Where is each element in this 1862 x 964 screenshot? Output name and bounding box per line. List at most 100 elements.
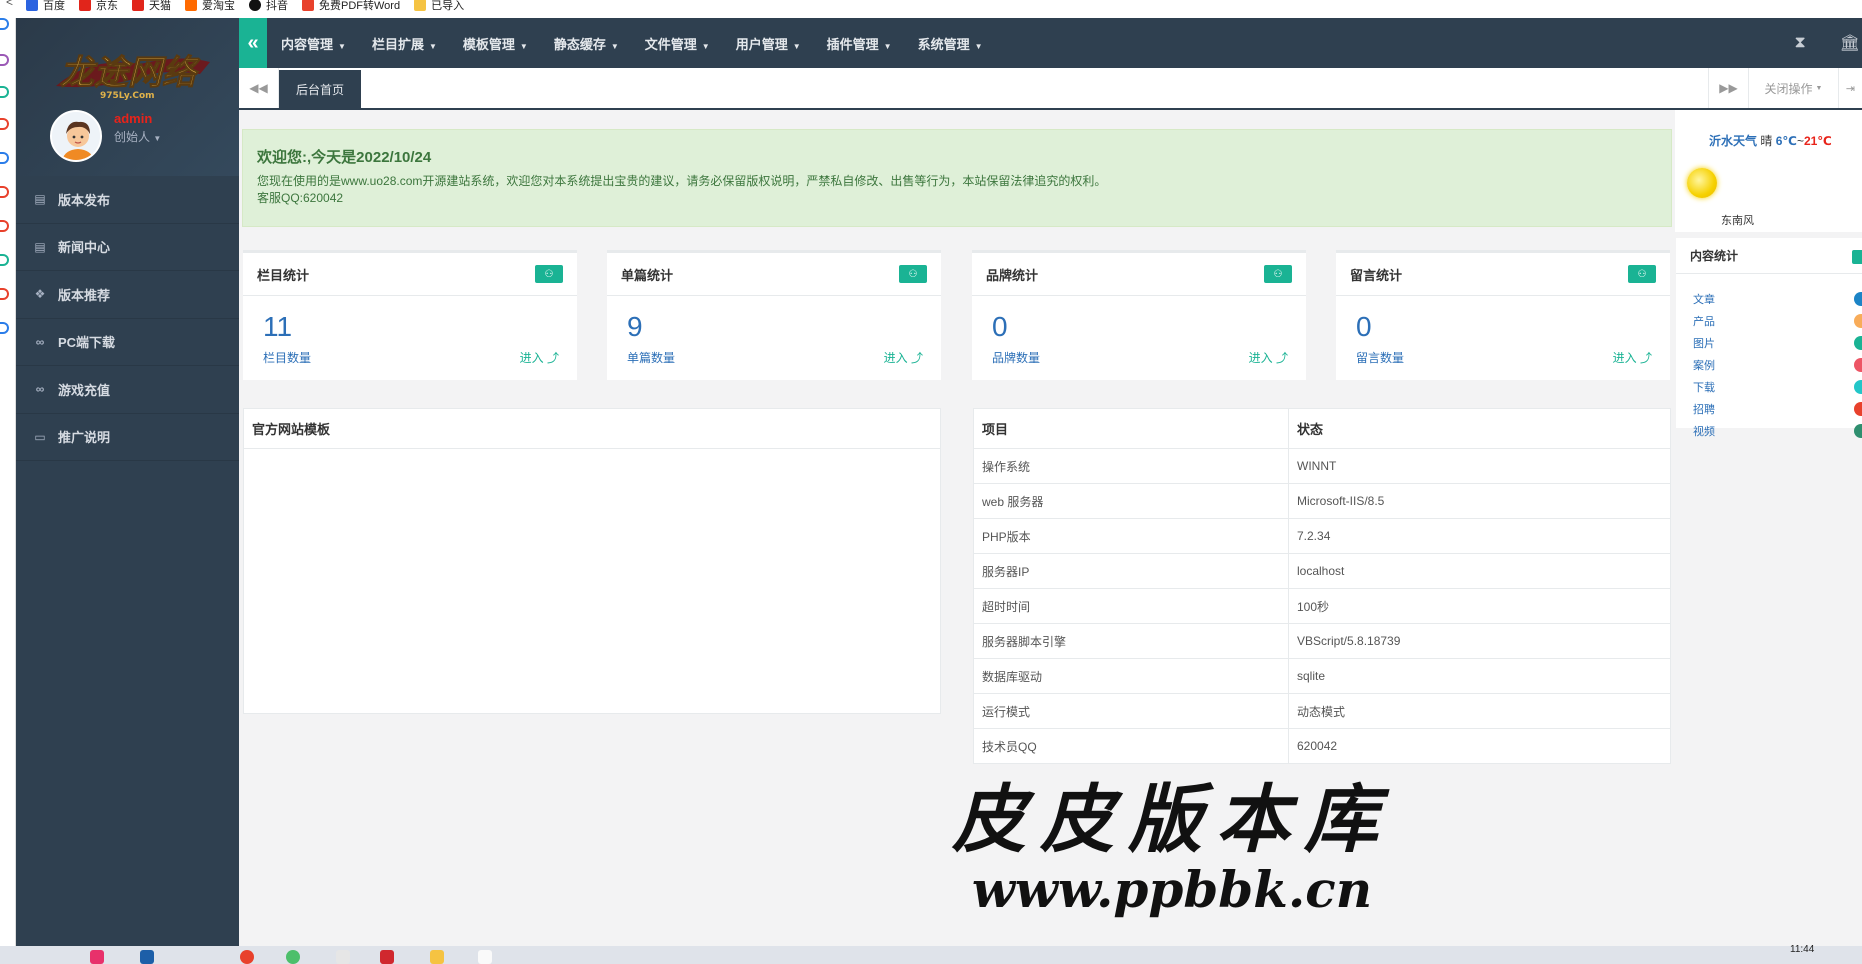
taskbar-app-icon[interactable] bbox=[90, 950, 104, 964]
stat-card-columns: 栏目统计 ⚇ 11 栏目数量 进入 ⤴ bbox=[243, 250, 577, 380]
taskbar-app-icon[interactable] bbox=[240, 950, 254, 964]
nav-menu-users[interactable]: 用户管理 ▼ bbox=[736, 34, 801, 53]
arrow-up-icon: ⤴ bbox=[546, 351, 559, 365]
weather-city[interactable]: 沂水天气 bbox=[1709, 134, 1757, 148]
weather-wind: 东南风 bbox=[1721, 215, 1754, 227]
newspaper-icon: ▤ bbox=[34, 239, 46, 254]
nav-menu-column-ext[interactable]: 栏目扩展 ▼ bbox=[372, 34, 437, 53]
enter-link[interactable]: 进入 ⤴ bbox=[1249, 349, 1288, 366]
sidebar-app-icon[interactable] bbox=[0, 322, 9, 334]
taskbar-app-icon[interactable] bbox=[140, 950, 154, 964]
back-icon[interactable]: < bbox=[6, 0, 13, 9]
list-item[interactable]: 图片 bbox=[1676, 332, 1862, 354]
sidebar-app-icon[interactable] bbox=[0, 86, 9, 98]
bookmark-item[interactable]: 爱淘宝 bbox=[185, 0, 235, 13]
nav-menu-plugins[interactable]: 插件管理 ▼ bbox=[827, 34, 892, 53]
list-item[interactable]: 视频 bbox=[1676, 420, 1862, 442]
bookmark-item[interactable]: 抖音 bbox=[249, 0, 288, 13]
sidebar-app-icon[interactable] bbox=[0, 118, 9, 130]
list-item[interactable]: 产品 bbox=[1676, 310, 1862, 332]
sidebar-item-pc-download[interactable]: ∞ PC端下载 bbox=[16, 319, 239, 366]
hourglass-icon[interactable]: ⧗ bbox=[1794, 34, 1805, 52]
sidebar-item-version-release[interactable]: ▤ 版本发布 bbox=[16, 176, 239, 224]
stat-label: 品牌数量 bbox=[992, 351, 1041, 365]
sidebar-item-promotion[interactable]: ▭ 推广说明 bbox=[16, 414, 239, 461]
folder-icon bbox=[414, 0, 427, 11]
tab-scroll-left-button[interactable]: ◀◀ bbox=[239, 68, 279, 108]
weather-low: 6℃ bbox=[1775, 134, 1797, 148]
link-icon: ∞ bbox=[35, 334, 45, 349]
nav-menu-content[interactable]: 内容管理 ▼ bbox=[281, 34, 346, 53]
taskbar-clock[interactable]: 11:44 bbox=[1790, 944, 1814, 955]
sidebar-item-label: PC端下载 bbox=[58, 335, 116, 351]
count-badge bbox=[1854, 292, 1862, 306]
list-item[interactable]: 下载 bbox=[1676, 376, 1862, 398]
bookmark-item[interactable]: 免费PDF转Word bbox=[302, 0, 400, 13]
taskbar-app-icon[interactable] bbox=[478, 950, 492, 964]
sidebar-app-icon[interactable] bbox=[0, 254, 9, 266]
content-type-label: 案例 bbox=[1693, 360, 1715, 372]
count-badge bbox=[1854, 314, 1862, 328]
newspaper-icon: ▤ bbox=[34, 192, 46, 207]
sidebar-app-icon[interactable] bbox=[0, 54, 9, 66]
list-item[interactable]: 文章 bbox=[1676, 288, 1862, 310]
caret-down-icon: ▼ bbox=[610, 41, 619, 51]
tmall-icon bbox=[132, 0, 144, 11]
stat-card-header: 单篇统计 ⚇ bbox=[607, 253, 941, 296]
taskbar-app-icon[interactable] bbox=[336, 950, 350, 964]
bookmark-item[interactable]: 天猫 bbox=[132, 0, 171, 13]
enter-link[interactable]: 进入 ⤴ bbox=[520, 349, 559, 366]
sidebar-app-icon[interactable] bbox=[0, 152, 9, 164]
user-name[interactable]: admin bbox=[114, 111, 152, 126]
table-row: 服务器IP localhost bbox=[973, 553, 1671, 589]
sidebar-toggle-button[interactable]: « bbox=[239, 18, 267, 68]
sidebar-app-icon[interactable] bbox=[0, 18, 9, 30]
avatar[interactable] bbox=[50, 110, 102, 162]
enter-link-label: 进入 bbox=[519, 351, 544, 365]
enter-link[interactable]: 进入 ⤴ bbox=[1613, 349, 1652, 366]
list-item[interactable]: 案例 bbox=[1676, 354, 1862, 376]
list-item[interactable]: 招聘 bbox=[1676, 398, 1862, 420]
nav-menu-label: 模板管理 bbox=[462, 36, 515, 52]
tab-scroll-right-button[interactable]: ▶▶ bbox=[1708, 68, 1748, 108]
douyin-icon bbox=[249, 0, 261, 11]
nav-menu-label: 系统管理 bbox=[917, 36, 970, 52]
bank-icon[interactable]: 🏛 bbox=[1840, 33, 1860, 53]
user-role-dropdown[interactable]: 创始人 ▼ bbox=[114, 128, 161, 145]
table-row: 操作系统 WINNT bbox=[973, 448, 1671, 484]
logout-icon[interactable]: ⇥ bbox=[1838, 68, 1862, 108]
bookmark-folder[interactable]: 已导入 bbox=[414, 0, 464, 13]
sidebar-app-icon[interactable] bbox=[0, 186, 9, 198]
sidebar-app-icon[interactable] bbox=[0, 220, 9, 232]
caret-down-icon: ▼ bbox=[701, 41, 710, 51]
panel-title: 内容统计 bbox=[1690, 249, 1739, 263]
tab-label: 后台首页 bbox=[295, 82, 344, 97]
enter-link[interactable]: 进入 ⤴ bbox=[884, 349, 923, 366]
bookmark-item[interactable]: 京东 bbox=[79, 0, 118, 13]
taskbar-app-icon[interactable] bbox=[380, 950, 394, 964]
nav-menu-files[interactable]: 文件管理 ▼ bbox=[645, 34, 710, 53]
server-info-table: 项目 状态 操作系统 WINNT web 服务器 Microsoft-IIS/8.5… bbox=[973, 408, 1671, 764]
taskbar-app-icon[interactable] bbox=[286, 950, 300, 964]
site-logo[interactable]: 龙途网络 975Ly.Com bbox=[50, 46, 216, 102]
caret-down-icon: ▼ bbox=[338, 41, 346, 51]
cubes-icon: ❖ bbox=[34, 287, 46, 302]
sidebar-item-version-recommend[interactable]: ❖ 版本推荐 bbox=[16, 271, 239, 319]
close-tabs-dropdown[interactable]: 关闭操作 ▼ bbox=[1748, 68, 1838, 108]
tab-dashboard-home[interactable]: 后台首页 bbox=[279, 70, 361, 108]
status-cell: 100秒 bbox=[1288, 588, 1671, 624]
bookmark-item[interactable]: 百度 bbox=[26, 0, 65, 13]
sidebar-app-icon[interactable] bbox=[0, 288, 9, 300]
nav-menu-static-cache[interactable]: 静态缓存 ▼ bbox=[554, 34, 619, 53]
sidebar-item-game-recharge[interactable]: ∞ 游戏充值 bbox=[16, 366, 239, 414]
nav-menu-templates[interactable]: 模板管理 ▼ bbox=[463, 34, 528, 53]
users-icon: ⚇ bbox=[1264, 265, 1292, 283]
taskbar-app-icon[interactable] bbox=[430, 950, 444, 964]
sidebar-item-news-center[interactable]: ▤ 新闻中心 bbox=[16, 224, 239, 271]
welcome-alert: 欢迎您:,今天是2022/10/24 您现在使用的是www.uo28.com开源… bbox=[242, 129, 1672, 227]
nav-menu-system[interactable]: 系统管理 ▼ bbox=[918, 34, 983, 53]
sidebar-item-label: 游戏充值 bbox=[58, 382, 111, 398]
stat-card-title: 留言统计 bbox=[1350, 267, 1403, 283]
backward-icon: ◀◀ bbox=[249, 81, 268, 95]
item-cell: 操作系统 bbox=[973, 448, 1289, 484]
